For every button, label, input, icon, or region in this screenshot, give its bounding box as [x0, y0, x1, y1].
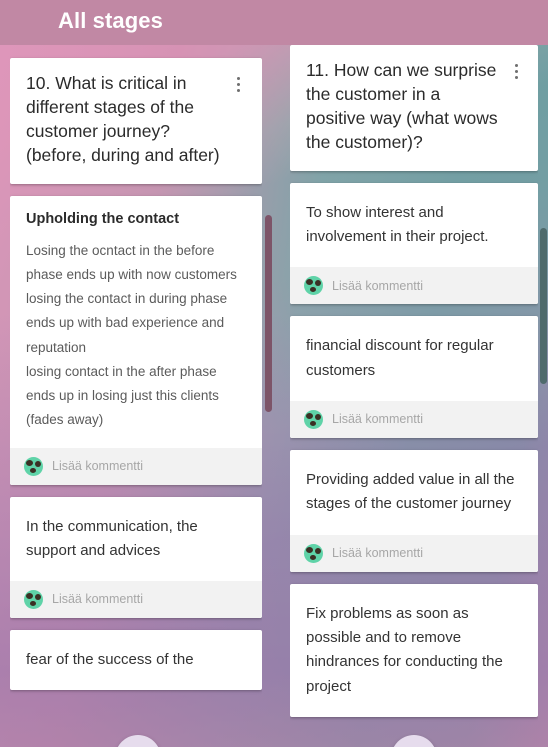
note-card[interactable]: financial discount for regular customers… [290, 316, 538, 439]
note-text: Losing the ocntact in the before phase e… [26, 243, 237, 427]
board-column-11[interactable]: 11. How can we surprise the customer in … [290, 45, 538, 747]
user-avatar-icon [304, 276, 323, 296]
note-text: In the communication, the support and ad… [26, 517, 198, 559]
user-avatar-icon [24, 456, 43, 476]
user-avatar-icon [304, 410, 323, 430]
note-card[interactable]: Upholding the contact Losing the ocntact… [10, 195, 262, 485]
add-comment-row[interactable]: Lisää kommentti [290, 534, 538, 572]
board-app: All stages 10. What is critical in diffe… [0, 0, 548, 747]
board-columns: 10. What is critical in different stages… [0, 45, 548, 747]
board-column-10[interactable]: 10. What is critical in different stages… [10, 45, 262, 747]
more-vert-icon[interactable] [230, 72, 246, 92]
add-comment-row[interactable]: Lisää kommentti [10, 581, 262, 619]
more-vert-icon[interactable] [508, 59, 524, 79]
add-comment-placeholder[interactable]: Lisää kommentti [332, 280, 423, 293]
add-comment-placeholder[interactable]: Lisää kommentti [332, 413, 423, 426]
add-comment-placeholder[interactable]: Lisää kommentti [52, 460, 143, 473]
question-card[interactable]: 10. What is critical in different stages… [10, 58, 262, 184]
note-text: financial discount for regular customers [306, 337, 494, 379]
column-10-scrollbar[interactable] [265, 215, 272, 412]
user-avatar-icon [304, 543, 323, 563]
note-card[interactable]: fear of the success of the [10, 630, 262, 691]
question-card[interactable]: 11. How can we surprise the customer in … [290, 45, 538, 171]
add-comment-placeholder[interactable]: Lisää kommentti [52, 593, 143, 606]
note-text: To show interest and involvement in thei… [306, 203, 489, 246]
note-card[interactable]: To show interest and involvement in thei… [290, 182, 538, 305]
page-title: All stages [58, 7, 163, 33]
note-card[interactable]: Fix problems as soon as possible and to … [290, 583, 538, 717]
add-comment-row[interactable]: Lisää kommentti [290, 267, 538, 305]
note-text: fear of the success of the [26, 651, 194, 669]
app-header: All stages [0, 0, 548, 45]
note-text: Providing added value in all the stages … [306, 471, 515, 513]
add-comment-row[interactable]: Lisää kommentti [10, 447, 262, 485]
note-card[interactable]: In the communication, the support and ad… [10, 496, 262, 619]
note-card[interactable]: Providing added value in all the stages … [290, 450, 538, 572]
question-text: 10. What is critical in different stages… [26, 73, 220, 165]
add-comment-row[interactable]: Lisää kommentti [290, 401, 538, 439]
note-text: Fix problems as soon as possible and to … [306, 604, 503, 695]
add-comment-placeholder[interactable]: Lisää kommentti [332, 547, 423, 560]
column-11-scrollbar[interactable] [540, 228, 547, 384]
user-avatar-icon [24, 590, 43, 610]
question-text: 11. How can we surprise the customer in … [306, 60, 498, 152]
note-heading: Upholding the contact [26, 210, 180, 227]
